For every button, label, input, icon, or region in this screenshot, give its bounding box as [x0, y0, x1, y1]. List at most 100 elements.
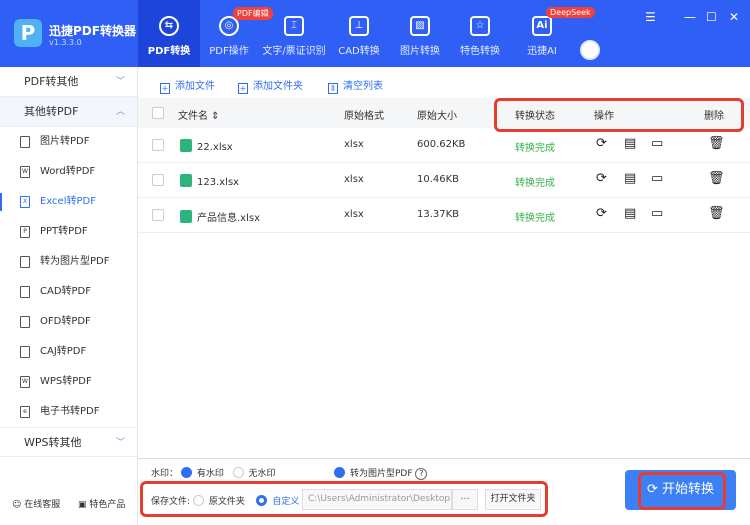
item-label: 转为图片型PDF: [40, 256, 110, 267]
no-watermark-label: 无水印: [248, 469, 276, 479]
item-label: WPS转PDF: [40, 376, 92, 387]
sidebar-item-to-image-pdf[interactable]: 转为图片型PDF: [0, 247, 137, 277]
image-pdf-option[interactable]: 转为图片型PDF ?: [334, 466, 428, 480]
folder-icon[interactable]: ▭: [651, 136, 663, 151]
image-icon: ▨: [410, 16, 430, 36]
chevron-down-icon: ﹀: [115, 77, 125, 87]
pdf-edit-badge: PDF编辑: [233, 7, 273, 20]
tab-image[interactable]: ▨ 图片转换: [389, 0, 451, 67]
sidebar-item-caj-to-pdf[interactable]: CAJ转PDF: [0, 337, 137, 367]
reconvert-icon[interactable]: ⟳: [596, 171, 607, 186]
group-label: WPS转其他: [24, 436, 82, 449]
online-service-button[interactable]: ☺ 在线客服: [12, 497, 60, 510]
item-label: OFD转PDF: [40, 316, 91, 327]
word-file-icon: W: [20, 166, 30, 178]
document-icon[interactable]: ▤: [624, 171, 636, 186]
close-button[interactable]: ✕: [729, 10, 739, 24]
service-label: 在线客服: [24, 500, 61, 510]
tab-featured[interactable]: ☆ 特色转换: [449, 0, 511, 67]
table-row: 123.xlsx xlsx 10.46KB 转换完成 ⟳ ▤ ▭ 🗑: [138, 163, 750, 198]
row-checkbox[interactable]: [152, 139, 164, 151]
file-size: 600.62KB: [417, 139, 466, 150]
status-text: 转换完成: [515, 143, 555, 154]
maximize-button[interactable]: ☐: [706, 10, 717, 24]
status-text: 转换完成: [515, 178, 555, 189]
document-icon[interactable]: ▤: [624, 136, 636, 151]
clear-list-label: 清空列表: [343, 81, 383, 92]
sidebar-item-ofd-to-pdf[interactable]: OFD转PDF: [0, 307, 137, 337]
with-watermark-label: 有水印: [196, 469, 224, 479]
help-icon[interactable]: ?: [415, 468, 428, 480]
header-format: 原始格式: [344, 111, 384, 122]
tab-label: 迅捷AI: [527, 46, 557, 57]
item-label: 电子书转PDF: [40, 406, 100, 417]
add-folder-icon: +: [238, 83, 248, 94]
status-text: 转换完成: [515, 213, 555, 224]
add-folder-button[interactable]: + 添加文件夹: [238, 77, 303, 94]
highlight-box-columns: [494, 98, 744, 132]
group-wps-to-other[interactable]: WPS转其他 ﹀: [0, 427, 137, 457]
delete-icon[interactable]: 🗑: [708, 171, 725, 186]
excel-file-icon: X: [20, 196, 30, 208]
cad-file-icon: [20, 286, 30, 298]
sidebar-item-cad-to-pdf[interactable]: CAD转PDF: [0, 277, 137, 307]
caj-file-icon: [20, 346, 30, 358]
xls-file-icon: [180, 210, 192, 223]
scan-icon: ⌶: [284, 16, 304, 36]
app-name: 迅捷PDF转换器: [49, 24, 136, 38]
menu-icon[interactable]: ☰: [645, 10, 656, 24]
ppt-file-icon: P: [20, 226, 30, 238]
app-version: v1.3.3.0: [49, 38, 82, 47]
sidebar-item-excel-to-pdf[interactable]: X Excel转PDF: [0, 187, 137, 217]
image-pdf-checkbox[interactable]: [334, 467, 345, 478]
sidebar-item-wps-to-pdf[interactable]: W WPS转PDF: [0, 367, 137, 397]
group-pdf-to-other[interactable]: PDF转其他 ﹀: [0, 67, 137, 97]
add-file-label: 添加文件: [175, 81, 215, 92]
delete-icon[interactable]: 🗑: [708, 136, 725, 151]
file-name-text: 22.xlsx: [197, 142, 233, 153]
row-checkbox[interactable]: [152, 209, 164, 221]
star-icon: ☆: [470, 16, 490, 36]
with-watermark-radio[interactable]: [180, 467, 192, 478]
tab-cad[interactable]: ⊥ CAD转换: [328, 0, 390, 67]
delete-icon[interactable]: 🗑: [708, 206, 725, 221]
header-filename[interactable]: 文件名 ⇕: [178, 107, 220, 122]
add-file-button[interactable]: + 添加文件: [160, 77, 215, 94]
reconvert-icon[interactable]: ⟳: [596, 206, 607, 221]
item-label: PPT转PDF: [40, 226, 88, 237]
row-checkbox[interactable]: [152, 174, 164, 186]
xls-file-icon: [180, 139, 192, 152]
item-label: CAD转PDF: [40, 286, 92, 297]
select-all-checkbox[interactable]: [152, 107, 164, 119]
tab-label: PDF操作: [209, 46, 249, 57]
file-size: 13.37KB: [417, 209, 460, 220]
group-other-to-pdf[interactable]: 其他转PDF ︿: [0, 97, 137, 127]
no-watermark-radio[interactable]: [232, 467, 244, 478]
clear-list-button[interactable]: ⦀ 清空列表: [328, 77, 383, 94]
tab-pdf-convert[interactable]: ⇆ PDF转换: [138, 0, 200, 67]
sidebar-item-ppt-to-pdf[interactable]: P PPT转PDF: [0, 217, 137, 247]
chevron-up-icon: ︿: [115, 107, 125, 117]
folder-icon[interactable]: ▭: [651, 171, 663, 186]
tab-label: CAD转换: [338, 46, 380, 57]
convert-icon: ⇆: [159, 16, 179, 36]
sidebar-item-word-to-pdf[interactable]: W Word转PDF: [0, 157, 137, 187]
sidebar-item-image-to-pdf[interactable]: 图片转PDF: [0, 127, 137, 157]
highlight-box-save: [140, 481, 548, 517]
ai-icon: Ai: [532, 16, 552, 36]
add-folder-label: 添加文件夹: [253, 81, 303, 92]
minimize-button[interactable]: —: [684, 10, 696, 24]
document-icon[interactable]: ▤: [624, 206, 636, 221]
reconvert-icon[interactable]: ⟳: [596, 136, 607, 151]
chevron-down-icon: ﹀: [115, 438, 125, 448]
featured-products-button[interactable]: ▣ 特色产品: [78, 497, 125, 510]
item-label: CAJ转PDF: [40, 346, 87, 357]
folder-icon[interactable]: ▭: [651, 206, 663, 221]
sidebar-item-ebook-to-pdf[interactable]: e 电子书转PDF: [0, 397, 137, 427]
app-logo: P: [14, 19, 42, 47]
file-format: xlsx: [344, 139, 364, 150]
header-size: 原始大小: [417, 111, 457, 122]
user-avatar[interactable]: [580, 40, 600, 60]
file-name: 123.xlsx: [180, 174, 239, 188]
deepseek-badge: DeepSeek: [546, 7, 595, 18]
